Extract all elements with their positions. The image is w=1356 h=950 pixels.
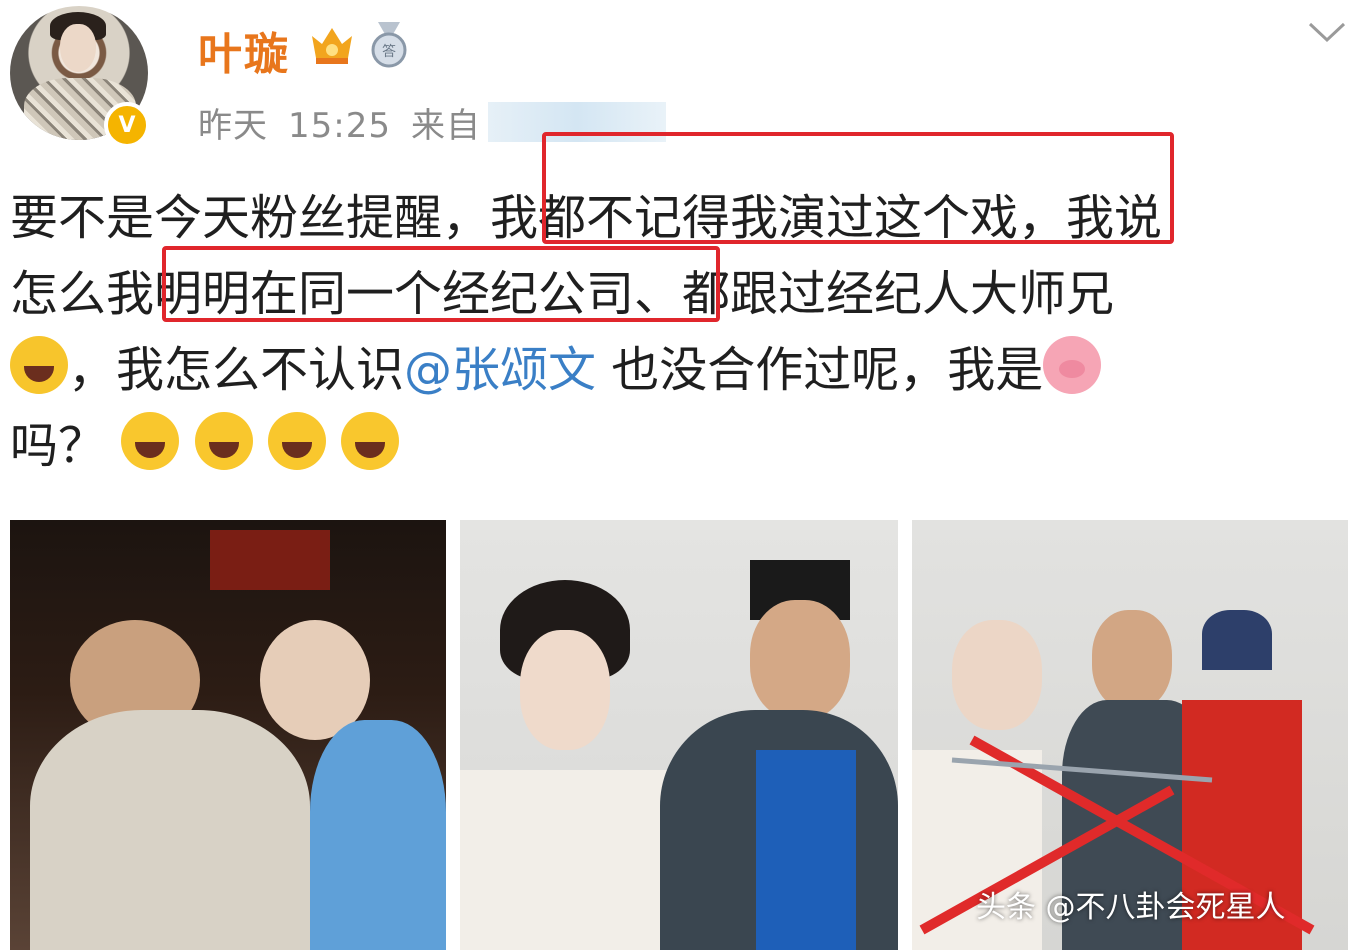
- drama-still-1[interactable]: [10, 520, 446, 950]
- text-segment: 怎么我: [10, 266, 155, 322]
- source-label: 来自: [410, 106, 481, 146]
- post-meta: 昨天 15:25 来自: [198, 98, 501, 147]
- watermark: 头条 @不八卦会死星人: [976, 890, 1286, 925]
- text-segment: 也没合作过呢，我是: [596, 342, 1044, 398]
- chevron-down-icon[interactable]: [1306, 16, 1348, 46]
- avatar-face: [60, 24, 96, 72]
- actor-blue-vest: [756, 750, 856, 950]
- laughing-tears-icon: [121, 412, 180, 470]
- actress-robe: [310, 720, 446, 950]
- verified-v-icon: V: [104, 102, 150, 148]
- lantern: [210, 530, 330, 590]
- text-line-3: ，我怎么不认识@张颂文 也没合作过呢，我是: [10, 332, 1102, 408]
- rolling-laughing-icon: [267, 412, 326, 470]
- actress-dress: [460, 770, 680, 950]
- svg-text:答: 答: [382, 43, 396, 60]
- highlight-box-1: [542, 132, 1174, 244]
- text-segment: ，我怎么不认识: [68, 342, 405, 398]
- laughing-tears-icon: [194, 412, 253, 470]
- username[interactable]: 叶璇: [198, 18, 290, 82]
- drama-still-2[interactable]: [460, 520, 898, 950]
- text-segment: 吗？: [10, 418, 107, 474]
- mention-link[interactable]: @张颂文: [404, 342, 596, 398]
- text-segment: 要不是今天粉丝提醒，: [10, 190, 491, 246]
- guard-hat: [1202, 610, 1272, 670]
- weibo-post: V 叶璇 答 昨天 15:25 来自 要不是今天粉丝提醒，我都不记得我演过这个戏，我…: [0, 0, 1356, 950]
- actor-face: [750, 600, 850, 720]
- actress-face: [520, 630, 610, 750]
- rolling-laughing-icon: [341, 412, 400, 470]
- actor-robe: [30, 710, 310, 950]
- post-time: 15:25: [288, 106, 391, 146]
- time-label: 昨天: [198, 106, 268, 146]
- crying-face-icon: [10, 336, 68, 394]
- text-line-4: 吗？: [10, 408, 400, 484]
- highlight-box-2: [162, 246, 720, 322]
- pig-face-icon: [1043, 336, 1102, 394]
- medal-icon[interactable]: 答: [368, 20, 410, 68]
- vip-crown-icon[interactable]: [308, 22, 356, 68]
